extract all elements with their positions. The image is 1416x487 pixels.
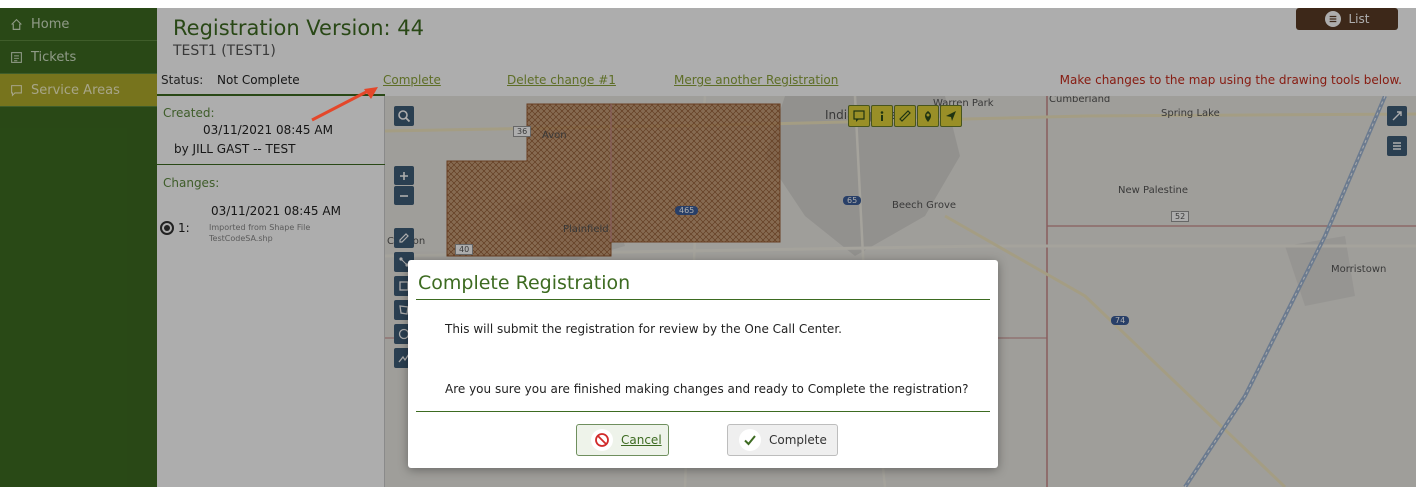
dialog-question: Are you sure you are finished making cha… [445,382,969,396]
dialog-message: This will submit the registration for re… [445,322,842,336]
divider [416,411,990,412]
divider [416,299,990,300]
complete-button-label: Complete [769,433,827,447]
cancel-button-label: Cancel [621,433,662,447]
checkmark-icon [739,429,761,451]
top-strip [0,0,1416,8]
cancel-icon [591,429,613,451]
cancel-button[interactable]: Cancel [576,424,669,456]
annotation-arrow-icon [311,87,378,122]
complete-registration-dialog: Complete Registration This will submit t… [408,260,998,468]
complete-button[interactable]: Complete [727,424,838,456]
dialog-title: Complete Registration [418,272,631,294]
